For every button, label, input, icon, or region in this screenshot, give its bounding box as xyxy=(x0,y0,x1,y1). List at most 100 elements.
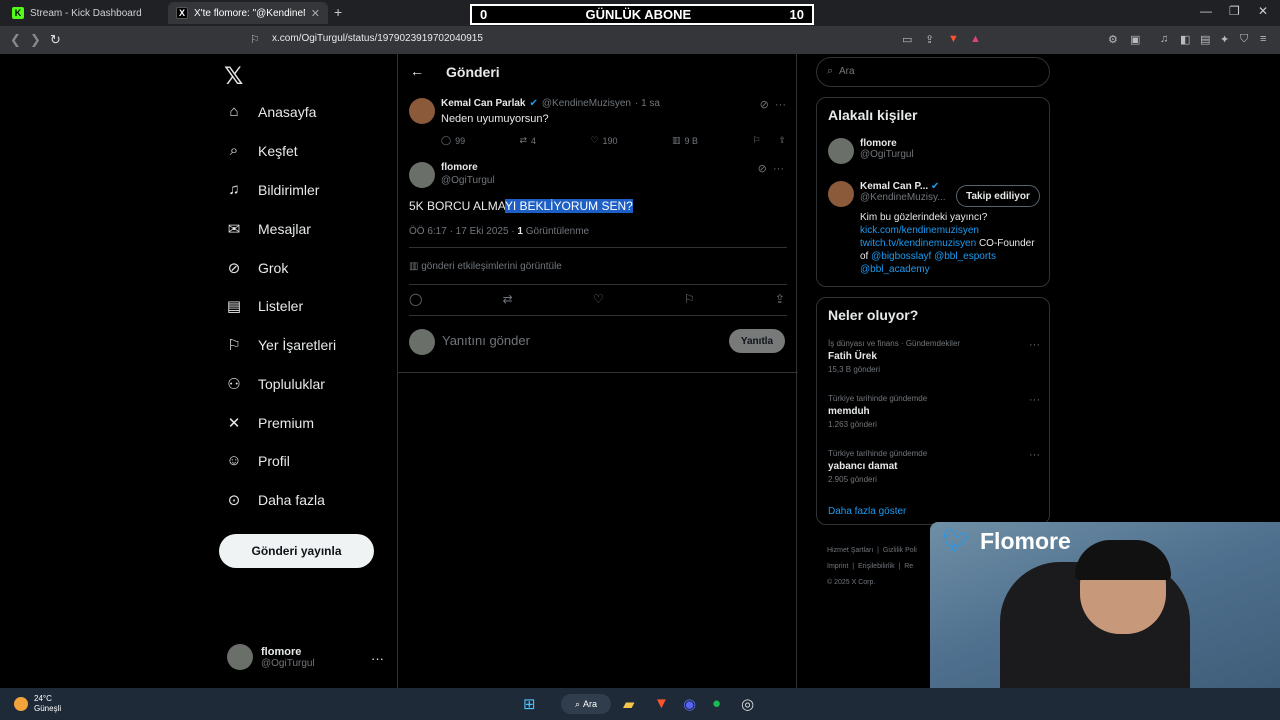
retweet-icon[interactable]: ⇄ xyxy=(503,292,513,306)
close-tab-icon[interactable]: ✕ xyxy=(311,7,320,20)
extensions-icon[interactable]: ⚙ xyxy=(1108,33,1118,46)
following-button[interactable]: Takip ediliyor xyxy=(956,185,1040,207)
file-explorer-icon[interactable]: ▰ xyxy=(623,695,635,713)
vpn-icon[interactable]: ⛉ xyxy=(1240,33,1248,46)
maximize-icon[interactable]: ❐ xyxy=(1229,4,1240,18)
views-action[interactable]: ▥ 9 B xyxy=(672,135,698,146)
brave-rewards-icon[interactable]: ▲ xyxy=(970,33,981,45)
bookmark-icon[interactable]: ⚐ xyxy=(684,292,695,306)
spotify-icon[interactable]: ● xyxy=(712,695,721,712)
nav-more[interactable]: ⊙ Daha fazla xyxy=(224,491,325,509)
parent-tweet[interactable]: Kemal Can Parlak ✔ @KendineMuzisyen · 1 … xyxy=(398,96,798,156)
reply-button[interactable]: Yanıtla xyxy=(729,329,785,353)
post-button[interactable]: Gönderi yayınla xyxy=(219,534,374,568)
trend-item[interactable]: Türkiye tarihinde gündemde memduh 1.263 … xyxy=(828,394,1040,429)
nav-communities[interactable]: ⚇ Topluluklar xyxy=(224,375,325,393)
reply-action[interactable]: ◯ 99 xyxy=(441,135,465,146)
like-action[interactable]: ♡ 190 xyxy=(590,135,617,146)
tweet-time[interactable]: · 1 sa xyxy=(635,98,660,109)
tweet-author[interactable]: flomore @OgiTurgul xyxy=(441,162,495,186)
nav-profile[interactable]: ☺ Profil xyxy=(224,452,290,469)
author-name[interactable]: Kemal Can Parlak xyxy=(441,98,526,109)
footer-link[interactable]: Erişilebilirlik xyxy=(858,563,895,570)
retweet-action[interactable]: ⇄ 4 xyxy=(519,135,536,146)
tweet-timestamp[interactable]: ÖÖ 6:17 · 17 Eki 2025 · xyxy=(409,226,515,237)
show-more-link[interactable]: Daha fazla göster xyxy=(828,506,906,517)
nav-grok[interactable]: ⊘ Grok xyxy=(224,259,289,277)
weather-widget[interactable]: 24°C Güneşli xyxy=(14,694,61,714)
back-arrow-icon[interactable]: ← xyxy=(410,63,424,79)
more-dots-icon[interactable]: ··· xyxy=(371,651,384,666)
tab-x-post[interactable]: X X'te flomore: "@KendineMuzisyen... ✕ xyxy=(168,2,328,24)
sidebar-icon[interactable]: ◧ xyxy=(1180,33,1190,46)
share-icon[interactable]: ⇪ xyxy=(775,292,785,306)
nav-bookmarks[interactable]: ⚐ Yer İşaretleri xyxy=(224,336,336,354)
share-icon[interactable]: ⇪ xyxy=(778,135,786,146)
bookmark-icon[interactable]: ⚐ xyxy=(752,135,760,146)
back-icon[interactable]: ❮ xyxy=(10,32,21,48)
more-dots-icon[interactable]: ··· xyxy=(1029,449,1040,461)
nav-premium[interactable]: ✕ Premium xyxy=(224,414,314,432)
view-engagements-link[interactable]: ▥ gönderi etkileşimlerini görüntüle xyxy=(409,261,562,272)
minimize-icon[interactable]: — xyxy=(1200,4,1212,18)
leo-icon[interactable]: ✦ xyxy=(1220,33,1229,46)
bio-link[interactable]: @bigbosslayf xyxy=(871,251,931,262)
nav-explore[interactable]: ⌕ Keşfet xyxy=(224,142,298,159)
page-title: Gönderi xyxy=(446,64,500,80)
bio-link[interactable]: twitch.tv/kendinemuzisyen xyxy=(860,238,976,249)
related-person[interactable]: flomore @OgiTurgul xyxy=(828,138,914,164)
wallet-icon[interactable]: ▤ xyxy=(1200,33,1210,46)
brave-shield-icon[interactable]: ▼ xyxy=(948,33,959,45)
screenshot-icon[interactable]: ▣ xyxy=(1130,33,1140,46)
footer-link[interactable]: Imprint xyxy=(827,563,848,570)
discord-icon[interactable]: ◉ xyxy=(683,695,696,713)
nav-lists[interactable]: ▤ Listeler xyxy=(224,297,303,315)
nav-home[interactable]: ⌂ Anasayfa xyxy=(224,103,316,120)
forward-icon[interactable]: ❯ xyxy=(30,32,41,48)
reply-input[interactable]: Yanıtını gönder xyxy=(442,333,530,348)
media-icon[interactable]: ♫ xyxy=(1160,33,1168,45)
grok-tweet-icon[interactable]: ⊘ ··· xyxy=(760,98,786,111)
search-box[interactable]: ⌕ Ara xyxy=(816,57,1050,87)
sun-icon xyxy=(14,697,28,711)
obs-icon[interactable]: ◎ xyxy=(741,695,754,713)
more-dots-icon[interactable]: ··· xyxy=(1029,394,1040,406)
bio-link[interactable]: @bbl_academy xyxy=(860,264,930,275)
weather-desc: Güneşli xyxy=(34,704,62,713)
views-count: 1 xyxy=(517,226,523,237)
reload-icon[interactable]: ↻ xyxy=(50,32,61,48)
nav-notifications[interactable]: ♫ Bildirimler xyxy=(224,181,319,198)
heart-icon[interactable]: ♡ xyxy=(593,292,604,306)
divider xyxy=(398,372,798,373)
address-bar[interactable]: x.com/OgiTurgul/status/19790239197020409… xyxy=(272,33,483,44)
bookmark-share[interactable]: ⚐ ⇪ xyxy=(752,135,786,146)
account-switcher[interactable]: flomore @OgiTurgul xyxy=(227,644,315,670)
streamer-name: Flomore xyxy=(980,528,1071,554)
cast-icon[interactable]: ▭ xyxy=(902,33,912,46)
x-logo-icon[interactable]: 𝕏 xyxy=(224,62,243,91)
footer-link[interactable]: Gizlilik Poli xyxy=(883,547,917,554)
close-window-icon[interactable]: ✕ xyxy=(1258,4,1268,18)
footer-link[interactable]: Re xyxy=(904,563,913,570)
avatar[interactable] xyxy=(409,162,435,188)
related-person[interactable]: Kemal Can P... ✔ @KendineMuzisy... xyxy=(828,181,946,207)
new-tab-button[interactable]: + xyxy=(334,4,342,20)
nav-messages[interactable]: ✉ Mesajlar xyxy=(224,220,311,238)
taskbar-search[interactable]: ⌕ Ara xyxy=(561,694,611,714)
grok-tweet-icon[interactable]: ⊘ ··· xyxy=(758,162,784,175)
windows-start-icon[interactable]: ⊞ xyxy=(523,695,536,713)
author-handle[interactable]: @KendineMuzisyen xyxy=(542,98,631,109)
brave-browser-icon[interactable]: ▼ xyxy=(654,695,669,712)
bio-link[interactable]: @bbl_esports xyxy=(934,251,996,262)
kick-icon: K xyxy=(12,7,24,19)
share-icon[interactable]: ⇪ xyxy=(925,33,934,46)
footer-link[interactable]: Hizmet Şartları xyxy=(827,547,873,554)
tab-kick-dashboard[interactable]: K Stream - Kick Dashboard xyxy=(4,2,164,24)
trend-item[interactable]: İş dünyası ve finans · Gündemdekiler Fat… xyxy=(828,339,1040,374)
bio-link[interactable]: kick.com/kendinemuzisyen xyxy=(860,225,979,236)
bookmark-icon[interactable]: ⚐ xyxy=(250,33,260,46)
trend-item[interactable]: Türkiye tarihinde gündemde yabancı damat… xyxy=(828,449,1040,484)
more-dots-icon[interactable]: ··· xyxy=(1029,339,1040,351)
reply-icon[interactable]: ◯ xyxy=(409,292,422,306)
menu-icon[interactable]: ≡ xyxy=(1260,33,1266,45)
